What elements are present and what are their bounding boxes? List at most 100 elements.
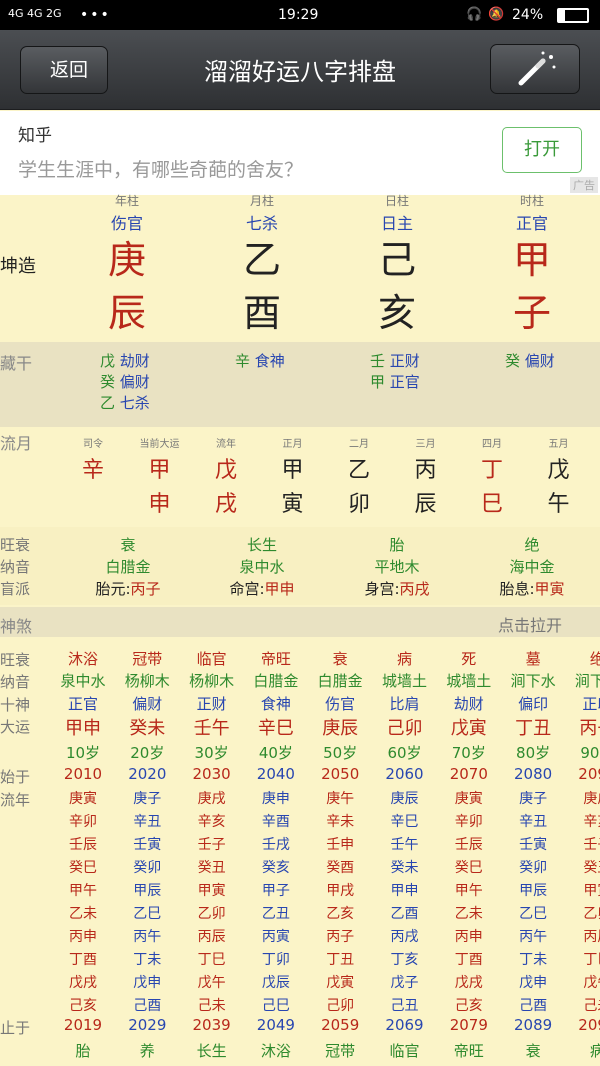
dayun-nayin: 杨柳木 <box>124 672 170 690</box>
canggan-god: 正财 <box>389 352 420 370</box>
liunian-cell: 甲辰 <box>519 883 548 899</box>
battery-icon <box>557 8 589 23</box>
liunian-cell: 丙辰 <box>197 929 226 945</box>
pillar-stem: 己 <box>377 238 416 282</box>
bazi-screen: { "status":{"signal":"4G 4G 2G","time":"… <box>0 0 600 1066</box>
dayun-start: 2080 <box>514 765 553 783</box>
canggan-stem: 壬 <box>370 352 390 370</box>
dayun-age: 30岁 <box>194 744 229 762</box>
dayun-bottom: 帝旺 <box>453 1042 484 1060</box>
pillar-name: 月柱 <box>249 194 274 208</box>
expand-shensha-button[interactable]: 点击拉开 <box>498 612 562 636</box>
dayun-nayin: 泉中水 <box>60 672 106 690</box>
liunian-cell: 辛卯 <box>454 814 483 830</box>
liunian-cell: 丁未 <box>519 952 548 968</box>
mangpai-value: 胎元:丙子 <box>83 578 173 599</box>
dayun-shishen: 偏财 <box>132 695 163 713</box>
liuyue-stem: 甲 <box>148 458 171 483</box>
liunian-cell: 戊寅 <box>326 975 355 991</box>
dayun-age: 60岁 <box>387 744 422 762</box>
liunian-cell: 甲子 <box>261 883 290 899</box>
dayun-start: 2090 <box>578 765 600 783</box>
liunian-cell: 乙亥 <box>326 906 355 922</box>
mangpai-key: 胎息: <box>499 580 535 598</box>
liunian-cell: 己亥 <box>454 998 483 1014</box>
mangpai-key: 身宫: <box>364 580 400 598</box>
canggan-stem: 辛 <box>235 352 255 370</box>
liunian-cell: 丙申 <box>69 929 97 945</box>
liunian-cell: 壬辰 <box>69 837 97 853</box>
liunian-cell: 乙卯 <box>583 906 600 922</box>
pillar-branch: 亥 <box>377 291 416 335</box>
mangpai-value: 命宫:甲申 <box>217 578 307 599</box>
wangshuai-value: 绝 <box>524 536 540 554</box>
liunian-cell: 庚寅 <box>454 791 483 807</box>
liunian-cell: 癸酉 <box>326 860 355 876</box>
signal-indicator: 4G 4G 2G <box>8 7 62 20</box>
liunian-cell: 辛亥 <box>197 814 226 830</box>
dayun-bottom: 沐浴 <box>260 1042 291 1060</box>
dayun-wangshuai: 临官 <box>196 650 227 668</box>
dayun-label: 纳音 <box>0 673 31 691</box>
ad-text[interactable]: 学生生涯中，有哪些奇葩的舍友？ <box>18 155 303 182</box>
mangpai-pillar: 丙戌 <box>399 580 430 598</box>
liunian-cell: 甲寅 <box>583 883 600 899</box>
liunian-cell: 戊子 <box>390 975 419 991</box>
magic-wand-button[interactable] <box>490 44 580 94</box>
liunian-cell: 丙申 <box>454 929 483 945</box>
pillar-name: 年柱 <box>114 194 139 208</box>
liunian-cell: 己酉 <box>519 998 548 1014</box>
wangshuai-value: 胎 <box>389 536 405 554</box>
liunian-cell: 辛卯 <box>69 814 97 830</box>
liunian-cell: 戊午 <box>197 975 226 991</box>
dayun-pillar: 甲申 <box>65 718 101 739</box>
liunian-cell: 丁巳 <box>197 952 226 968</box>
back-button[interactable]: 返回 <box>20 46 108 94</box>
liunian-cell: 己卯 <box>326 998 355 1014</box>
info-label: 纳音 <box>0 558 31 576</box>
liunian-cell: 己巳 <box>261 998 290 1014</box>
dayun-label: 十神 <box>0 696 31 714</box>
dayun-wangshuai: 死 <box>461 650 477 668</box>
status-bar: 4G 4G 2G ••• 19:29 🎧 🔕 24% <box>0 0 600 30</box>
dayun-bottom: 临官 <box>389 1042 420 1060</box>
ad-open-button[interactable]: 打开 <box>502 127 582 173</box>
wangshuai-value: 衰 <box>120 536 136 554</box>
dayun-age: 70岁 <box>451 744 486 762</box>
ad-banner[interactable]: 知乎 学生生涯中，有哪些奇葩的舍友？ 打开 广告 <box>0 111 600 195</box>
pillar-stem: 乙 <box>242 238 281 282</box>
liunian-cell: 辛丑 <box>519 814 548 830</box>
dayun-age: 50岁 <box>323 744 358 762</box>
canggan-item: 壬 正财 <box>370 350 420 371</box>
liunian-cell: 乙巳 <box>133 906 162 922</box>
canggan-item: 癸 偏财 <box>505 350 555 371</box>
mangpai-value: 胎息:甲寅 <box>487 578 577 599</box>
liuyue-stem: 丙 <box>414 458 437 483</box>
pillar-name: 日柱 <box>384 194 409 208</box>
dayun-nayin: 白腊金 <box>253 672 299 690</box>
dayun-start: 2010 <box>63 765 103 783</box>
liuyue-stem: 戊 <box>214 458 237 483</box>
dayun-wangshuai: 墓 <box>525 650 541 668</box>
dayun-pillar: 丁丑 <box>515 718 552 739</box>
liunian-cell: 甲辰 <box>133 883 162 899</box>
liunian-cell: 甲午 <box>69 883 97 899</box>
liunian-cell: 壬寅 <box>133 837 162 853</box>
mangpai-pillar: 甲寅 <box>534 580 565 598</box>
liuyue-stem: 乙 <box>347 458 370 483</box>
liuyue-branch: 巳 <box>480 492 503 517</box>
battery-percent: 24% <box>512 7 544 23</box>
liunian-cell: 壬寅 <box>519 837 548 853</box>
ad-source: 知乎 <box>18 126 52 146</box>
dayun-nayin: 城墙土 <box>446 672 492 690</box>
liunian-cell: 辛酉 <box>261 814 290 830</box>
dayun-end: 2039 <box>192 1016 231 1034</box>
liunian-cell: 辛未 <box>326 814 355 830</box>
canggan-item: 甲 正官 <box>370 371 420 392</box>
liunian-cell: 己酉 <box>133 998 162 1014</box>
liunian-cell: 丁酉 <box>69 952 97 968</box>
liunian-cell: 戊辰 <box>261 975 290 991</box>
liunian-cell: 戊申 <box>133 975 162 991</box>
liunian-cell: 丙戌 <box>390 929 419 945</box>
dayun-wangshuai: 沐浴 <box>67 650 98 668</box>
